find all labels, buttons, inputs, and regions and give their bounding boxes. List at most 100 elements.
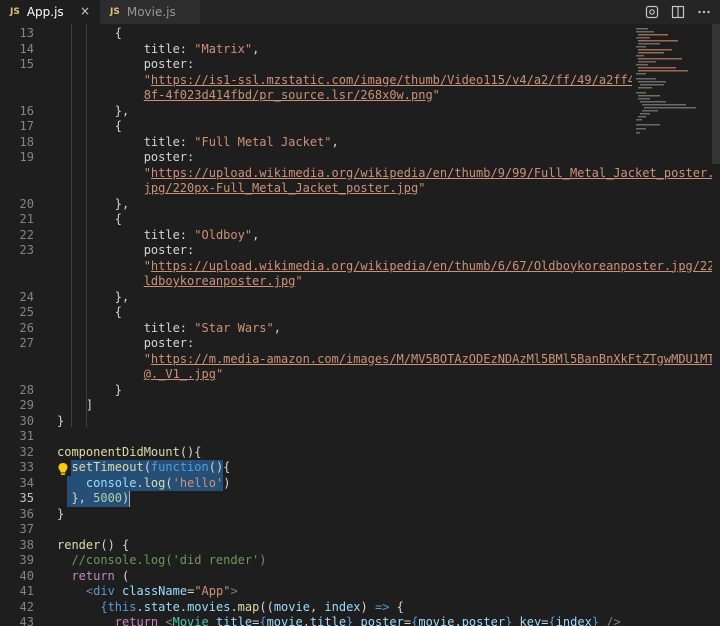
code-token: .: [302, 615, 310, 626]
code-line[interactable]: <div className="App">: [86, 584, 238, 599]
code-editor[interactable]: 13 14 15 16 17 18 19 20 21 22 23 24 25 26 27 28 29 30 31 32…: [0, 24, 720, 626]
code-token: index: [555, 615, 592, 626]
code-token: }: [57, 506, 65, 521]
code-token: {: [114, 26, 123, 40]
code-token: (: [165, 475, 173, 490]
code-token: ,: [252, 41, 260, 56]
code-token: componentDidMount: [57, 444, 180, 459]
code-line[interactable]: console.log('hello'): [86, 476, 231, 491]
code-line[interactable]: @._V1_.jpg": [144, 367, 223, 382]
code-token: render: [57, 537, 101, 552]
code-token: poster:: [143, 243, 195, 257]
code-token: .: [454, 615, 462, 626]
tab-movie-js[interactable]: JS Movie.js: [100, 0, 200, 24]
code-token: ": [295, 274, 303, 288]
code-line[interactable]: "https://m.media-amazon.com/images/M/MV5…: [144, 352, 720, 367]
code-line[interactable]: poster:: [144, 150, 195, 165]
line-number: 42: [19, 599, 34, 614]
line-number: 22: [19, 227, 34, 242]
code-line[interactable]: },: [115, 197, 129, 212]
line-number: 13: [19, 26, 34, 40]
code-token: ]: [85, 398, 94, 412]
line-number: 26: [19, 320, 34, 335]
code-line[interactable]: //console.log('did render'): [71, 553, 266, 568]
indent-guide: [85, 24, 87, 427]
editor-tab-bar: JS App.js × JS Movie.js: [0, 0, 720, 24]
scrollbar-thumb[interactable]: [712, 24, 720, 164]
code-token: ": [143, 165, 151, 180]
code-line[interactable]: setTimeout(function(){: [71, 460, 230, 475]
line-number: 19: [19, 150, 34, 164]
code-line[interactable]: }: [57, 414, 64, 429]
code-token: ": [143, 351, 151, 366]
code-token: 5000: [93, 491, 123, 505]
code-token: title:: [143, 227, 195, 242]
line-number: 24: [19, 289, 34, 304]
code-line[interactable]: "https://upload.wikimedia.org/wikipedia/…: [144, 166, 715, 181]
code-line[interactable]: title: "Matrix",: [144, 42, 260, 57]
code-area[interactable]: {title: "Matrix", poster: "https://is1-ssl…: [57, 24, 720, 626]
vertical-scrollbar[interactable]: [712, 24, 720, 626]
code-line[interactable]: poster:: [144, 243, 195, 258]
code-line[interactable]: poster:: [144, 336, 195, 351]
code-token: movie: [266, 615, 303, 626]
code-line[interactable]: {this.state.movies.map((movie, index) =>…: [100, 600, 404, 615]
code-token: movies: [187, 599, 231, 614]
code-line[interactable]: poster:: [144, 57, 195, 72]
line-number: 16: [19, 103, 34, 118]
code-line[interactable]: {: [115, 212, 122, 227]
tab-app-js[interactable]: JS App.js ×: [0, 0, 100, 24]
minimap[interactable]: [632, 24, 712, 164]
code-token: {: [114, 305, 123, 319]
code-token: (: [114, 568, 130, 583]
code-line[interactable]: {: [115, 305, 122, 320]
code-token: Movie: [172, 615, 209, 626]
line-number: 33: [19, 460, 34, 474]
code-line[interactable]: }: [115, 383, 122, 398]
code-line[interactable]: },: [115, 104, 129, 119]
code-token: />: [599, 615, 621, 626]
code-line[interactable]: }: [57, 507, 64, 522]
code-line[interactable]: ldboykoreanposter.jpg": [144, 274, 303, 289]
open-changes-icon[interactable]: [642, 2, 662, 22]
code-token: "App": [194, 584, 231, 598]
code-token: ,: [252, 227, 260, 242]
code-line[interactable]: jpg/220px-Full_Metal_Jacket_poster.jpg": [144, 181, 426, 196]
code-line[interactable]: title: "Oldboy",: [144, 228, 260, 243]
line-number: 32: [19, 444, 34, 459]
code-line[interactable]: {: [115, 26, 122, 41]
code-line[interactable]: "https://upload.wikimedia.org/wikipedia/…: [144, 259, 720, 274]
split-editor-icon[interactable]: [668, 2, 688, 22]
more-actions-icon[interactable]: [694, 2, 714, 22]
line-number: 18: [19, 134, 34, 149]
code-token: @._V1_.jpg: [143, 367, 216, 381]
code-token: ((: [259, 599, 274, 614]
code-token: "Star Wars": [194, 320, 274, 335]
line-number: 38: [19, 537, 34, 552]
code-line[interactable]: ]: [86, 398, 93, 413]
code-line[interactable]: componentDidMount(){: [57, 445, 202, 460]
code-token: map: [237, 599, 260, 614]
code-line[interactable]: 8f-4f023d414fbd/pr_source.lsr/268x0w.png…: [144, 88, 440, 103]
code-token: title: [215, 615, 253, 626]
close-icon[interactable]: ×: [80, 4, 90, 18]
code-token: title: [309, 615, 347, 626]
code-line[interactable]: return <Movie title={movie.title} poster…: [115, 615, 621, 626]
code-line[interactable]: return (: [71, 569, 129, 584]
code-token: },: [114, 289, 130, 304]
code-line[interactable]: title: "Star Wars",: [144, 321, 281, 336]
code-token: {: [114, 212, 123, 226]
line-number: 34: [19, 475, 34, 490]
code-line[interactable]: {: [115, 119, 122, 134]
code-token: poster: [461, 615, 506, 626]
code-line[interactable]: title: "Full Metal Jacket",: [144, 135, 339, 150]
code-line[interactable]: },: [115, 290, 129, 305]
code-token: this: [107, 599, 137, 614]
code-line[interactable]: }, 5000): [71, 491, 129, 506]
line-number: 20: [19, 196, 34, 211]
code-line[interactable]: render() {: [57, 538, 129, 553]
code-token: }: [57, 413, 65, 428]
code-token: poster:: [143, 150, 195, 164]
